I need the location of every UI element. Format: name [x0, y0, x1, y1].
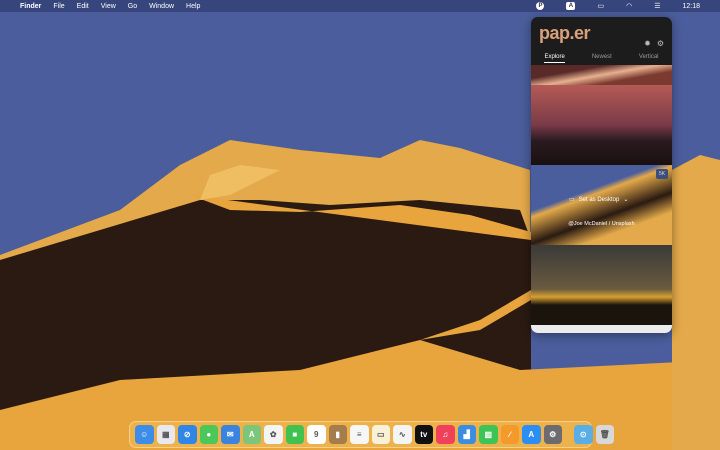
wifi-icon[interactable]: ◠	[626, 2, 632, 10]
dock-finder-icon[interactable]: ☺	[135, 425, 154, 444]
dock-pages-icon[interactable]: ∕	[500, 425, 519, 444]
wallpaper-thumb[interactable]	[531, 245, 672, 325]
display-icon: ▭	[569, 197, 575, 203]
paper-icon[interactable]: P	[536, 2, 545, 10]
wallpaper-thumb-hovered[interactable]: 5K ▭ Set as Desktop ⌄ @Joe McDaniel / Unsp…	[531, 165, 672, 245]
input-source-icon[interactable]: A	[566, 2, 576, 10]
battery-icon[interactable]: ▭	[597, 2, 604, 10]
dock-trash-icon[interactable]: 🗑	[595, 425, 614, 444]
set-as-desktop-button[interactable]: ▭ Set as Desktop ⌄	[569, 196, 628, 204]
dock-notes-icon[interactable]: ▭	[371, 425, 390, 444]
dock-calendar-icon[interactable]: 9	[307, 425, 326, 444]
menu-window[interactable]: Window	[149, 3, 174, 10]
dock-system-settings-icon[interactable]: ⚙	[543, 425, 562, 444]
menu-finder[interactable]: Finder	[20, 3, 41, 10]
dock-reminders-icon[interactable]: ≡	[350, 425, 369, 444]
dock-numbers-icon[interactable]: ▥	[479, 425, 498, 444]
dock-launchpad-icon[interactable]: ▦	[156, 425, 175, 444]
dock-facetime-icon[interactable]: ■	[285, 425, 304, 444]
menu-bar: Finder File Edit View Go Window Help P A…	[0, 0, 720, 12]
control-center-icon[interactable]: ☰	[654, 2, 660, 10]
popover-footer	[531, 325, 672, 333]
paper-popover: pap.er ✹ ⚙ Explore Newest Vertical 5K ▭ Se…	[531, 17, 672, 333]
tab-newest[interactable]: Newest	[592, 54, 612, 63]
clock[interactable]: 12:18	[682, 3, 700, 10]
tab-vertical[interactable]: Vertical	[639, 54, 659, 63]
dock-downloads-folder-icon[interactable]: ⊙	[574, 425, 593, 444]
wallpaper-thumb[interactable]	[531, 65, 672, 85]
dock-keynote-icon[interactable]: ▟	[457, 425, 476, 444]
dock-contacts-icon[interactable]: ▮	[328, 425, 347, 444]
dock-mail-icon[interactable]: ✉	[221, 425, 240, 444]
menu-go[interactable]: Go	[128, 3, 137, 10]
resolution-badge: 5K	[656, 169, 668, 179]
wallpaper-thumb[interactable]	[531, 85, 672, 165]
dock-tv-icon[interactable]: tv	[414, 425, 433, 444]
dock-photos-icon[interactable]: ✿	[264, 425, 283, 444]
paper-logo: pap.er	[539, 23, 591, 43]
menu-file[interactable]: File	[53, 3, 64, 10]
dock-app-store-icon[interactable]: A	[522, 425, 541, 444]
tab-explore[interactable]: Explore	[544, 54, 565, 63]
chevron-down-icon[interactable]: ⌄	[623, 196, 628, 203]
menu-help[interactable]: Help	[186, 3, 200, 10]
settings-gear-icon[interactable]: ⚙	[657, 39, 664, 48]
dock-messages-icon[interactable]: ●	[199, 425, 218, 444]
menu-edit[interactable]: Edit	[77, 3, 89, 10]
brightness-icon[interactable]: ✹	[644, 39, 651, 48]
dock-music-icon[interactable]: ♫	[436, 425, 455, 444]
dock-maps-icon[interactable]: A	[242, 425, 261, 444]
dock-freeform-icon[interactable]: ∿	[393, 425, 412, 444]
photo-credit[interactable]: @Joe McDaniel / Unsplash	[531, 221, 672, 227]
menu-view[interactable]: View	[101, 3, 116, 10]
dock: ☺ ▦ ⊘ ● ✉ A ✿ ■ 9 ▮ ≡ ▭ ∿ tv ♫ ▟ ▥ ∕ A ⚙ ⊙ 🗑	[129, 421, 614, 448]
dock-safari-icon[interactable]: ⊘	[178, 425, 197, 444]
